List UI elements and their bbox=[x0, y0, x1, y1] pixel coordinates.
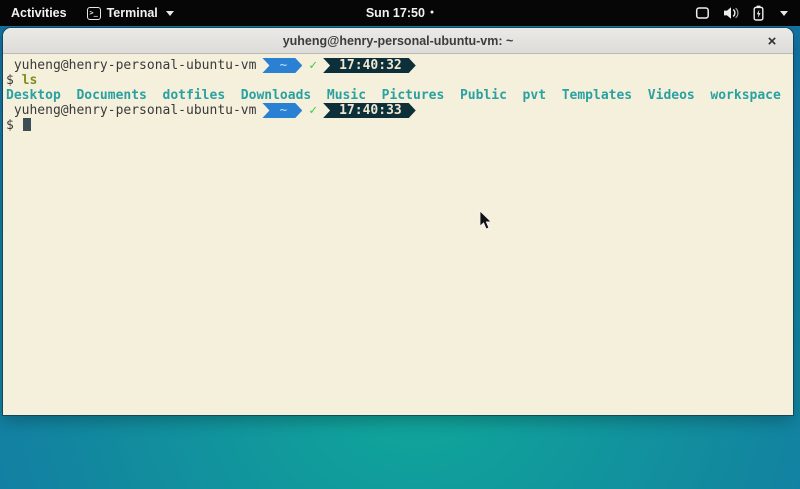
clock-label[interactable]: Sun 17:50 bbox=[366, 6, 425, 20]
cwd-segment: ~ bbox=[262, 58, 302, 73]
prompt-symbol: $ bbox=[6, 73, 22, 88]
terminal-content[interactable]: yuheng@henry-personal-ubuntu-vm ~ ✓ 17:40:3… bbox=[3, 54, 793, 414]
prompt-symbol: $ bbox=[6, 118, 22, 133]
command-line: $ ls bbox=[6, 73, 793, 88]
screen-icon bbox=[695, 6, 710, 20]
notification-dot-icon: ● bbox=[430, 0, 434, 26]
activities-label: Activities bbox=[11, 6, 67, 20]
prompt-line-2: yuheng@henry-personal-ubuntu-vm ~ ✓ 17:40:3… bbox=[6, 103, 793, 118]
input-line[interactable]: $ bbox=[6, 118, 793, 133]
status-check-icon: ✓ bbox=[309, 58, 317, 73]
prompt-user-host: yuheng@henry-personal-ubuntu-vm bbox=[6, 103, 256, 118]
typed-command: ls bbox=[22, 73, 38, 88]
chevron-down-icon bbox=[166, 11, 174, 16]
prompt-user-host: yuheng@henry-personal-ubuntu-vm bbox=[6, 58, 256, 73]
ls-output: Desktop Documents dotfiles Downloads Mus… bbox=[6, 88, 793, 103]
battery-charging-icon bbox=[752, 5, 765, 21]
window-title: yuheng@henry-personal-ubuntu-vm: ~ bbox=[283, 34, 514, 48]
activities-button[interactable]: Activities bbox=[0, 0, 79, 26]
status-check-icon: ✓ bbox=[309, 103, 317, 118]
chevron-down-icon bbox=[780, 11, 788, 16]
window-titlebar[interactable]: yuheng@henry-personal-ubuntu-vm: ~ × bbox=[3, 28, 793, 54]
top-bar: Activities >_ Terminal Sun 17:50 ● bbox=[0, 0, 800, 26]
prompt-line-1: yuheng@henry-personal-ubuntu-vm ~ ✓ 17:40:3… bbox=[6, 58, 793, 73]
time-segment: 17:40:32 bbox=[323, 58, 416, 73]
volume-icon bbox=[723, 6, 739, 20]
terminal-app-icon: >_ bbox=[87, 7, 101, 20]
terminal-window: yuheng@henry-personal-ubuntu-vm: ~ × yuh… bbox=[3, 28, 793, 415]
time-segment: 17:40:33 bbox=[323, 103, 416, 118]
cwd-segment: ~ bbox=[262, 103, 302, 118]
app-menu-label: Terminal bbox=[107, 6, 158, 20]
text-cursor bbox=[23, 118, 31, 131]
app-menu-button[interactable]: >_ Terminal bbox=[79, 0, 182, 26]
close-icon[interactable]: × bbox=[760, 28, 784, 54]
system-status-area[interactable] bbox=[695, 0, 800, 26]
mouse-cursor-icon bbox=[479, 210, 493, 231]
